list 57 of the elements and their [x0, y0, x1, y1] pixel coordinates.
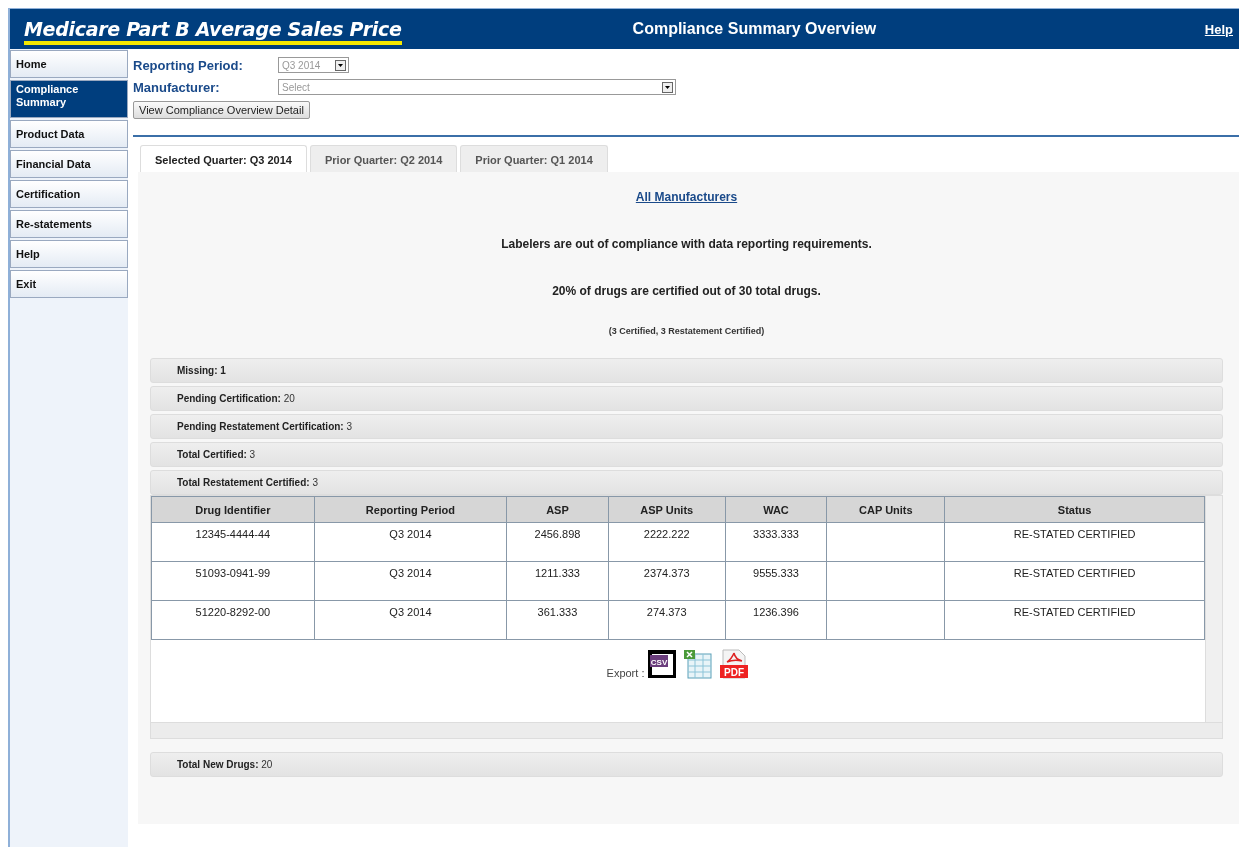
- horizontal-scrollbar[interactable]: [151, 722, 1222, 738]
- sidebar-item[interactable]: Re-statements: [10, 210, 128, 238]
- view-detail-button[interactable]: View Compliance Overview Detail: [133, 101, 310, 119]
- sidebar-item[interactable]: Financial Data: [10, 150, 128, 178]
- table-cell: 3333.333: [725, 522, 827, 562]
- table-cell: 2222.222: [608, 522, 726, 562]
- field-label: Reporting Period:: [133, 57, 244, 73]
- table-cell: 2374.373: [608, 561, 726, 601]
- site-logo: Medicare Part B Average Sales Price: [24, 18, 402, 45]
- table-cell: Q3 2014: [314, 522, 507, 562]
- certified-breakdown: (3 Certified, 3 Restatement Certified): [607, 326, 766, 336]
- csv-file-icon[interactable]: CSV: [647, 649, 678, 679]
- sidebar-item[interactable]: Exit: [10, 270, 128, 298]
- manufacturers-link[interactable]: All Manufacturers: [635, 190, 738, 204]
- section-header[interactable]: Total Certified: 3: [150, 442, 1223, 467]
- table-cell: Q3 2014: [314, 561, 507, 601]
- table-cell: 12345-4444-44: [151, 522, 315, 562]
- section-header[interactable]: Pending Certification: 20: [150, 386, 1223, 411]
- table-cell: 9555.333: [725, 561, 827, 601]
- section-header[interactable]: Missing: 1: [150, 358, 1223, 383]
- column-header: CAP Units: [826, 496, 945, 523]
- column-header: ASP Units: [608, 496, 726, 523]
- table-cell: 361.333: [506, 600, 609, 640]
- table-cell: 51220-8292-00: [151, 600, 315, 640]
- column-header: Reporting Period: [314, 496, 507, 523]
- section-header[interactable]: Pending Restatement Certification: 3: [150, 414, 1223, 439]
- compliance-message: Labelers are out of compliance with data reporting requirements.: [500, 237, 873, 251]
- table-cell: 274.373: [608, 600, 726, 640]
- table-cell: Q3 2014: [314, 600, 507, 640]
- tab[interactable]: Prior Quarter: Q2 2014: [309, 145, 458, 172]
- table-cell: RE-STATED CERTIFIED: [944, 561, 1205, 601]
- sidebar-item[interactable]: Product Data: [10, 120, 128, 148]
- sidebar-item[interactable]: Home: [10, 50, 128, 78]
- table-cell: 51093-0941-99: [151, 561, 315, 601]
- column-header: Drug Identifier: [151, 496, 315, 523]
- table-cell: RE-STATED CERTIFIED: [944, 522, 1205, 562]
- export-label: Export :: [606, 667, 645, 679]
- sidebar-item[interactable]: Help: [10, 240, 128, 268]
- sidebar-item[interactable]: Certification: [10, 180, 128, 208]
- table-cell: RE-STATED CERTIFIED: [944, 600, 1205, 640]
- certified-summary: 20% of drugs are certified out of 30 total drugs.: [551, 284, 822, 298]
- section-header[interactable]: Total Restatement Certified: 3: [150, 470, 1223, 495]
- sidebar-item[interactable]: Compliance Summary: [10, 80, 128, 118]
- field-label: Manufacturer:: [133, 79, 221, 95]
- vertical-scrollbar[interactable]: [1205, 496, 1222, 722]
- column-header: Status: [944, 496, 1205, 523]
- column-header: ASP: [506, 496, 609, 523]
- table-cell: 1236.396: [725, 600, 827, 640]
- table-cell: 2456.898: [506, 522, 609, 562]
- page-title: Compliance Summary Overview: [631, 20, 878, 38]
- spreadsheet-icon[interactable]: [683, 649, 714, 679]
- tab[interactable]: Selected Quarter: Q3 2014: [140, 145, 307, 172]
- section-header[interactable]: Total New Drugs: 20: [150, 752, 1223, 777]
- tab[interactable]: Prior Quarter: Q1 2014: [460, 145, 608, 172]
- help-link[interactable]: Help: [1204, 21, 1233, 37]
- column-header: WAC: [725, 496, 827, 523]
- table-cell: 1211.333: [506, 561, 609, 601]
